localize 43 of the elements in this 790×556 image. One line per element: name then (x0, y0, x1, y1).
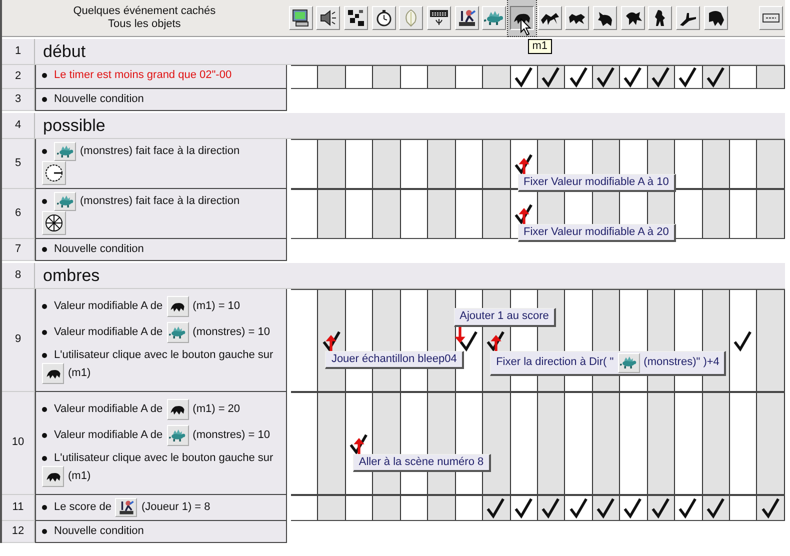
condition-text: L'utilisateur clique avec le bouton gauche sur (54, 451, 274, 466)
action-tooltip: Fixer Valeur modifiable A à 10 (518, 174, 676, 192)
header-title: Tous les objets (108, 18, 181, 31)
object-tooltip: m1 (528, 39, 552, 54)
action-tooltip: Fixer Valeur modifiable A à 20 (518, 224, 676, 242)
condition-text: L'utilisateur clique avec le bouton gauche sur (54, 348, 274, 363)
event-number: 9 (2, 289, 35, 392)
condition-text: Le timer est moins grand que 02"-00 (54, 68, 232, 83)
condition-text: Valeur modifiable A de (54, 402, 163, 417)
condition-text: (monstres) fait face à la direction (80, 194, 240, 209)
event-number: 7 (2, 239, 35, 261)
condition-text: (m1) = 10 (192, 299, 240, 314)
condition-text: (monstres) fait face à la direction (80, 144, 240, 159)
condition-text: (Joueur 1) = 8 (141, 500, 210, 515)
header-title: Quelques événement cachés (73, 5, 216, 18)
event-number: 10 (2, 392, 35, 495)
condition-text: (monstres) = 10 (192, 325, 270, 340)
event-number: 1 (2, 39, 35, 65)
action-tooltip: Ajouter 1 au score (454, 308, 556, 326)
condition-text: Valeur modifiable A de (54, 299, 163, 314)
condition-text: Valeur modifiable A de (54, 428, 163, 443)
event-number: 12 (2, 521, 35, 543)
event-number: 8 (2, 263, 35, 289)
condition-text: Nouvelle condition (54, 242, 144, 257)
event-number: 6 (2, 189, 35, 239)
action-tooltip: Fixer la direction à Dir( " (monstres)" )+4 (490, 350, 726, 376)
event-number: 2 (2, 65, 35, 89)
event-number: 11 (2, 495, 35, 521)
condition-text: (m1) = 20 (192, 402, 240, 417)
action-tooltip: Jouer échantillon bleep04 (325, 350, 464, 369)
condition-text: (m1) (68, 469, 91, 484)
condition-text: (m1) (68, 366, 91, 381)
event-number: 4 (2, 113, 35, 139)
group-title: ombres (35, 263, 785, 289)
condition-text: Nouvelle condition (54, 92, 144, 107)
condition-text: Nouvelle condition (54, 524, 144, 539)
condition-text: (monstres) = 10 (192, 428, 270, 443)
condition-text: Valeur modifiable A de (54, 325, 163, 340)
event-number: 3 (2, 89, 35, 111)
action-tooltip: Aller à la scène numéro 8 (352, 454, 491, 472)
group-title: possible (35, 113, 785, 139)
condition-text: Le score de (54, 500, 112, 515)
event-number: 5 (2, 139, 35, 189)
